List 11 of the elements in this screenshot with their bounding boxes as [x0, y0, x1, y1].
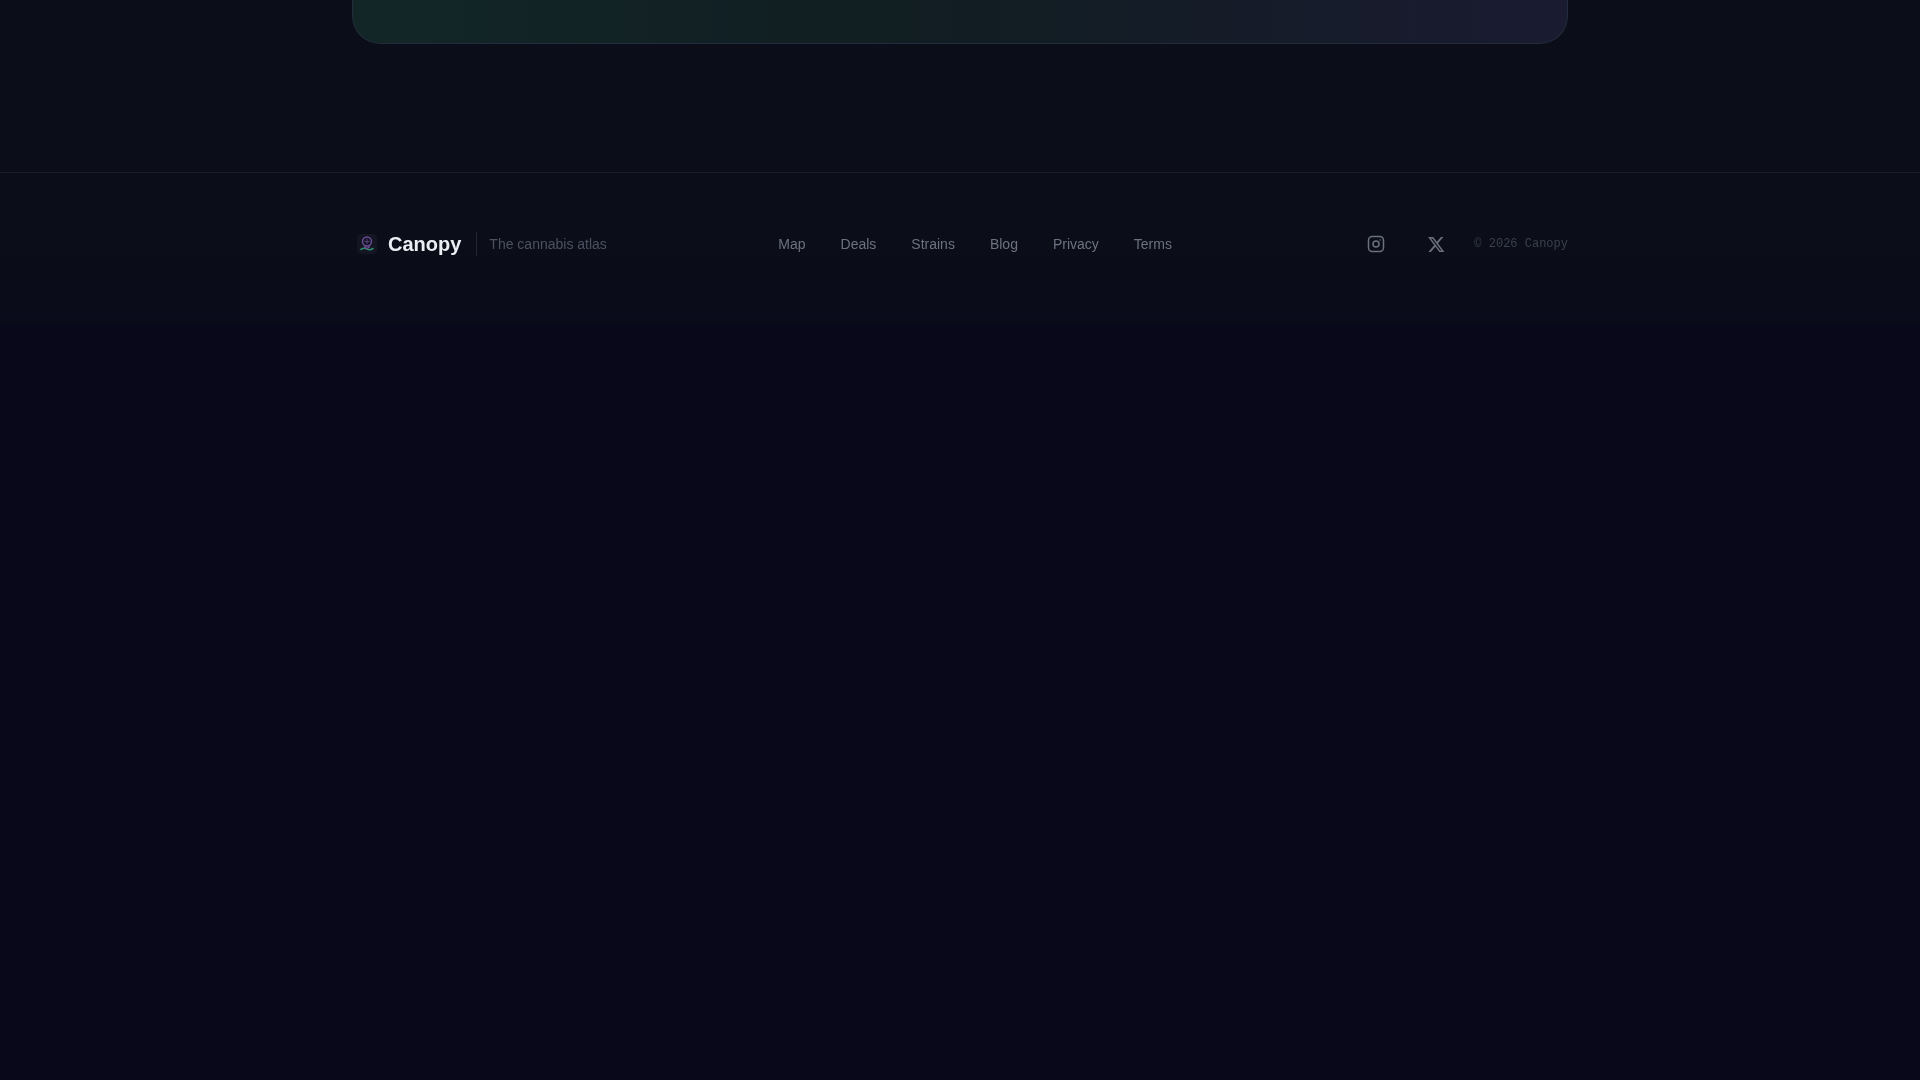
brand-tagline: The cannabis atlas	[489, 234, 607, 254]
nav-link[interactable]: Blog	[989, 233, 1018, 255]
nav-link[interactable]: Deals	[840, 233, 877, 255]
logo-icon	[357, 234, 377, 254]
nav-link[interactable]: Privacy	[1052, 233, 1099, 255]
nav-link[interactable]: Strains	[911, 233, 955, 255]
brand-name: Canopy	[388, 232, 462, 257]
instagram-icon	[1367, 235, 1386, 253]
nav-link[interactable]: Map	[778, 233, 806, 255]
x-logo-icon	[1428, 235, 1446, 253]
nav-link[interactable]: Terms	[1133, 233, 1172, 255]
